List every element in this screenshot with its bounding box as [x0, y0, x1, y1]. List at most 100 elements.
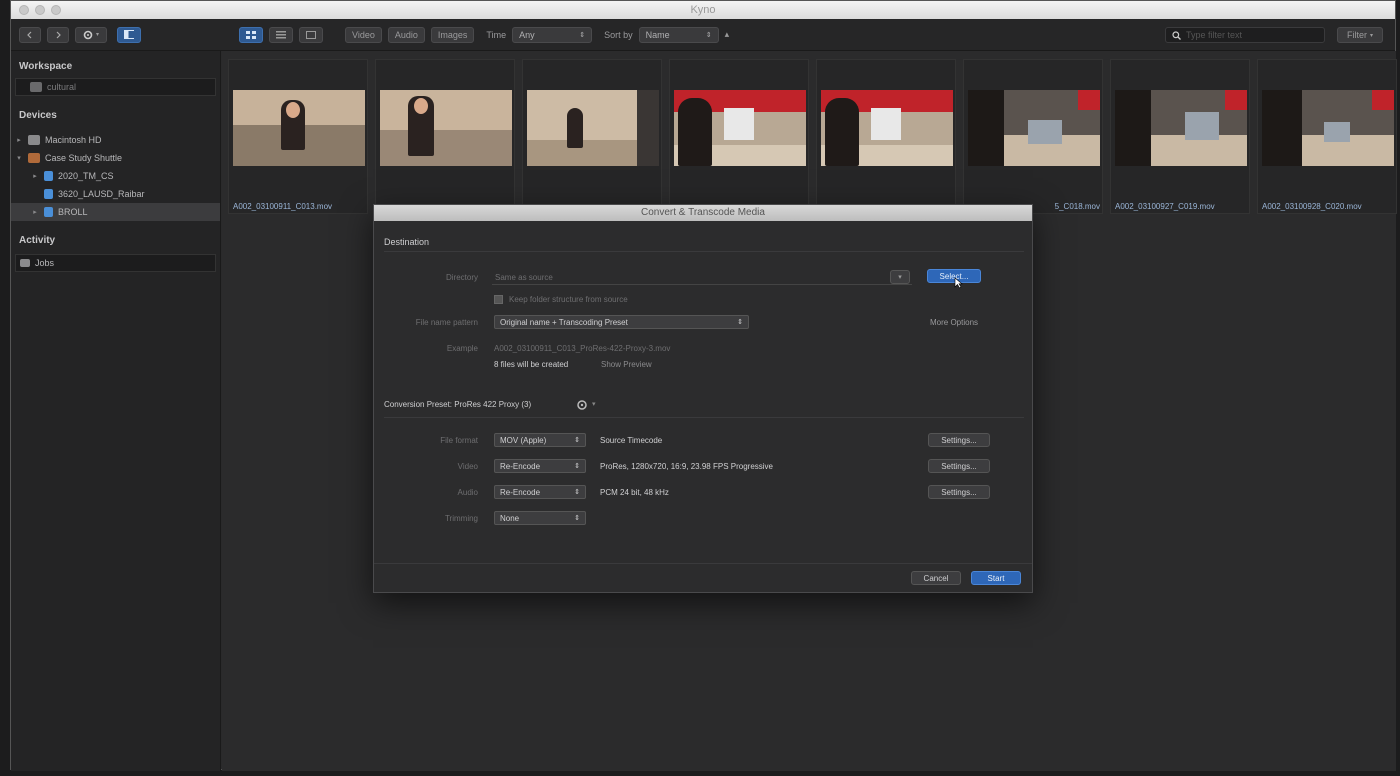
updown-arrow-icon: ⇕ [579, 31, 586, 39]
clip-preview-image [1262, 90, 1394, 166]
forward-button[interactable] [47, 26, 69, 43]
clip-preview-image [527, 90, 659, 166]
devices-heading: Devices [19, 110, 57, 121]
workspace-item[interactable]: cultural [15, 78, 216, 96]
video-mode-select[interactable]: Re-Encode ⇕ [494, 459, 586, 473]
back-button[interactable] [19, 26, 41, 43]
settings-menu-button[interactable]: ▾ [75, 26, 107, 43]
device-macintosh-hd[interactable]: ▸ Macintosh HD [11, 131, 220, 149]
list-view-button[interactable] [269, 26, 293, 43]
disclosure-collapsed-icon[interactable]: ▸ [15, 136, 23, 144]
directory-dropdown-button[interactable]: ▾ [890, 270, 910, 284]
toolbar: ▾ Video Audio Images Time Any ⇕ Sort by … [11, 19, 1395, 51]
directory-field[interactable]: Same as source [492, 269, 912, 285]
divider [384, 251, 1024, 252]
updown-arrow-icon: ⇕ [737, 319, 743, 326]
clip-name: A002_03100927_C019.mov [1115, 202, 1215, 211]
divider [374, 563, 1032, 564]
clip-thumbnail[interactable]: A002_03100927_C019.mov [1110, 59, 1250, 214]
sort-label: Sort by [604, 29, 633, 40]
single-view-button[interactable] [299, 26, 323, 43]
disclosure-collapsed-icon[interactable]: ▸ [31, 172, 39, 180]
device-case-study-shuttle[interactable]: ▾ Case Study Shuttle [11, 149, 220, 167]
file-format-select[interactable]: MOV (Apple) ⇕ [494, 433, 586, 447]
disclosure-collapsed-icon[interactable]: ▸ [31, 208, 39, 216]
activity-heading: Activity [19, 235, 56, 246]
file-format-value: MOV (Apple) [500, 435, 547, 445]
show-preview-link[interactable]: Show Preview [601, 360, 652, 369]
file-format-settings-button[interactable]: Settings... [928, 433, 990, 447]
filter-menu-button[interactable]: Filter ▾ [1337, 27, 1383, 43]
pattern-select-value: Original name + Transcoding Preset [500, 317, 628, 327]
updown-arrow-icon: ⇕ [574, 437, 580, 444]
sidebar-toggle-button[interactable] [117, 26, 141, 43]
clip-thumbnail[interactable]: A002_03100911_C013.mov [228, 59, 368, 214]
filter-images-button[interactable]: Images [430, 26, 475, 43]
video-mode-value: Re-Encode [500, 461, 541, 471]
video-settings-button[interactable]: Settings... [928, 459, 990, 473]
clip-preview-image [380, 90, 512, 166]
sort-select[interactable]: Name ⇕ [638, 26, 719, 43]
filter-audio-button[interactable]: Audio [387, 26, 425, 43]
folder-icon [44, 207, 53, 217]
sidebar: Workspace cultural Devices ▸ Macintosh H… [11, 51, 221, 771]
audio-settings-button[interactable]: Settings... [928, 485, 990, 499]
audio-mode-value: Re-Encode [500, 487, 541, 497]
audio-label: Audio [457, 488, 478, 497]
time-label: Time [486, 29, 507, 40]
search-field[interactable]: Type filter text [1165, 27, 1325, 43]
clip-thumbnail[interactable] [375, 59, 515, 214]
clip-preview-image [233, 90, 365, 166]
trimming-value: None [500, 513, 520, 523]
mouse-cursor-icon [954, 277, 963, 289]
folder-label: 2020_TM_CS [58, 171, 114, 181]
preset-heading: Conversion Preset: ProRes 422 Proxy (3) [384, 400, 532, 409]
clip-thumbnail[interactable]: A002_03100928_C020.mov [1257, 59, 1397, 214]
folder-3620-lausd-raibar[interactable]: 3620_LAUSD_Raibar [11, 185, 220, 203]
filter-video-button[interactable]: Video [345, 26, 382, 43]
pattern-select[interactable]: Original name + Transcoding Preset ⇕ [494, 315, 749, 329]
time-select[interactable]: Any ⇕ [512, 26, 593, 43]
destination-heading: Destination [384, 237, 430, 247]
list-icon [276, 30, 286, 38]
external-drive-icon [28, 153, 40, 163]
jobs-item[interactable]: Jobs [15, 254, 216, 272]
clip-thumbnail[interactable] [669, 59, 809, 214]
hard-drive-icon [28, 135, 40, 145]
gear-icon [83, 30, 93, 39]
device-label: Case Study Shuttle [45, 153, 123, 163]
clip-preview-image [674, 90, 806, 166]
sort-select-value: Name [645, 29, 670, 40]
clip-name: A002_03100911_C013.mov [233, 202, 333, 211]
chevron-right-icon [56, 31, 61, 38]
cancel-button[interactable]: Cancel [911, 571, 961, 585]
grid-view-button[interactable] [239, 26, 263, 43]
folder-broll[interactable]: ▸ BROLL [11, 203, 220, 221]
chevron-down-icon: ▾ [898, 274, 902, 281]
workspace-item-label: cultural [47, 82, 77, 92]
clip-thumbnail[interactable] [522, 59, 662, 214]
clip-thumbnail[interactable] [816, 59, 956, 214]
chevron-down-icon[interactable]: ▾ [592, 400, 596, 408]
directory-value: Same as source [495, 273, 553, 282]
audio-mode-select[interactable]: Re-Encode ⇕ [494, 485, 586, 499]
sort-direction-icon[interactable]: ▴ [725, 29, 730, 40]
grid-icon [246, 30, 256, 39]
disclosure-expanded-icon[interactable]: ▾ [15, 154, 23, 162]
keep-structure-checkbox[interactable] [494, 295, 503, 304]
folder-label: BROLL [58, 207, 88, 217]
clip-thumbnail[interactable]: 5_C018.mov [963, 59, 1103, 214]
gear-icon[interactable] [576, 399, 588, 411]
divider [384, 417, 1024, 418]
directory-label: Directory [445, 273, 478, 282]
folder-2020-tm-cs[interactable]: ▸ 2020_TM_CS [11, 167, 220, 185]
trimming-select[interactable]: None ⇕ [494, 511, 586, 525]
clip-preview-image [1115, 90, 1247, 166]
start-button[interactable]: Start [971, 571, 1021, 585]
file-format-desc: Source Timecode [600, 436, 663, 445]
more-options-link[interactable]: More Options [930, 318, 978, 327]
title-bar: Kyno [11, 1, 1395, 19]
file-format-label: File format [440, 436, 478, 445]
clip-name: A002_03100928_C020.mov [1262, 202, 1362, 211]
folder-label: 3620_LAUSD_Raibar [58, 189, 145, 199]
